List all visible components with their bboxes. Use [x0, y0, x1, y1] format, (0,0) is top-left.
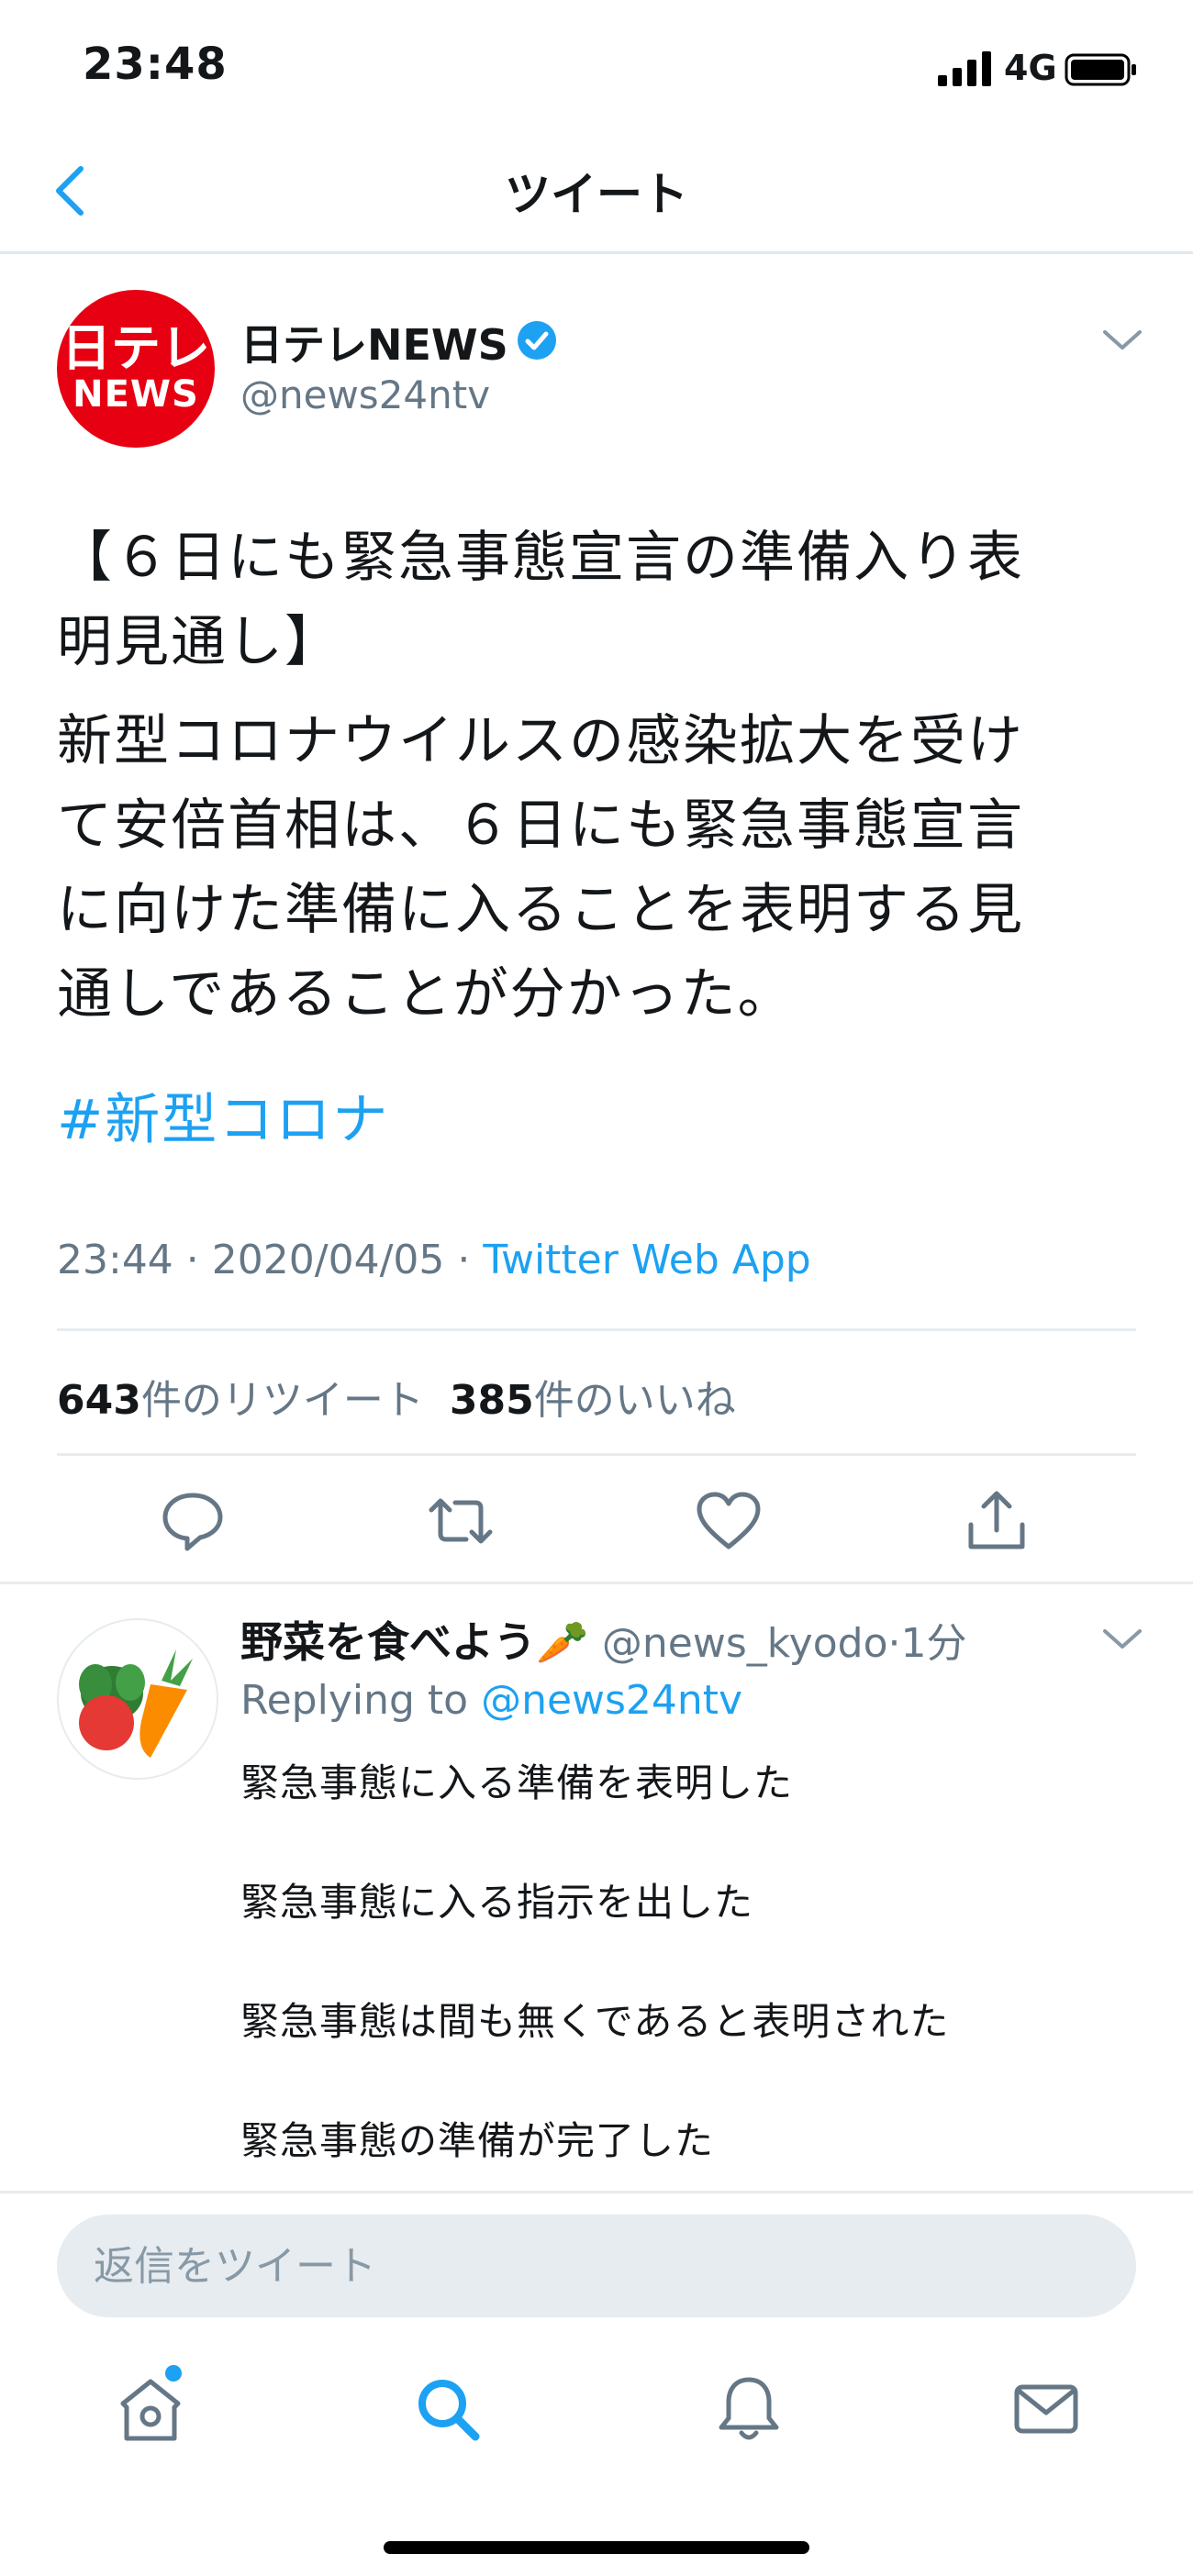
author-avatar[interactable]: 日テレ NEWS [57, 290, 215, 448]
reply-avatar-vegetables[interactable] [57, 1618, 218, 1780]
reply-icon[interactable] [156, 1486, 229, 1556]
search-icon[interactable] [411, 2372, 485, 2446]
like-label: 件のいいね [533, 1377, 736, 1424]
share-icon[interactable] [960, 1486, 1033, 1556]
signal-icon [938, 51, 991, 86]
reply-header: 野菜を食べよう🥕 @news_kyodo·1分 [240, 1609, 966, 1670]
nav-divider [0, 251, 1193, 254]
tweet-text-line: 通しであることが分かった。 [57, 962, 795, 1027]
reply-author-handle[interactable]: @news_kyodo [602, 1620, 888, 1667]
divider [57, 1453, 1136, 1456]
page-title: ツイート [505, 168, 688, 221]
reply-text-line: 緊急事態は間も無くであると表明された [240, 1999, 950, 2044]
home-indicator[interactable] [384, 2541, 809, 2554]
reply-text-line: 緊急事態に入る準備を表明した [240, 1760, 794, 1805]
retweet-icon[interactable] [424, 1486, 497, 1556]
tweet-text-line: 新型コロナウイルスの感染拡大を受け [57, 709, 1024, 773]
like-heart-icon[interactable] [692, 1486, 765, 1556]
divider [0, 1582, 1193, 1584]
like-count-link[interactable]: 385件のいいね [450, 1377, 736, 1424]
tweet-date: 2020/04/05 [211, 1237, 445, 1283]
hashtag-link[interactable]: #新型コロナ [57, 1075, 389, 1155]
logo-text-bottom: NEWS [72, 373, 199, 416]
messages-mail-icon[interactable] [1009, 2372, 1083, 2446]
tweet-text-line: て安倍首相は、６日にも緊急事態宣言 [57, 794, 1024, 858]
like-count: 385 [449, 1377, 534, 1424]
retweet-count-link[interactable]: 643件のリツイート [57, 1377, 424, 1424]
reply-author-name[interactable]: 野菜を食べよう🥕 [240, 1617, 588, 1667]
tweet-stats: 643件のリツイート 385件のいいね [57, 1367, 736, 1426]
meta-separator: · [444, 1237, 484, 1283]
logo-text-top: 日テレ [61, 319, 210, 377]
author-handle[interactable]: @news24ntv [240, 372, 490, 417]
reply-input-container [57, 2215, 1136, 2317]
reply-text-line: 緊急事態に入る指示を出した [240, 1880, 754, 1925]
network-label: 4G [1004, 48, 1057, 88]
tweet-text-line: 明見通し】 [57, 610, 341, 674]
replying-to-handle[interactable]: @news24ntv [481, 1677, 742, 1724]
divider [57, 1328, 1136, 1331]
replying-to: Replying to @news24ntv [240, 1677, 742, 1724]
chevron-down-icon[interactable] [1098, 1622, 1147, 1655]
verified-badge-icon [518, 321, 556, 360]
meta-separator: · [173, 1237, 212, 1283]
chevron-down-icon[interactable] [1098, 323, 1147, 356]
reply-input[interactable] [57, 2215, 1136, 2317]
divider [0, 2191, 1193, 2193]
battery-icon [1065, 53, 1136, 86]
reply-text-line: 緊急事態の準備が完了した [240, 2118, 715, 2163]
tweet-meta: 23:44 · 2020/04/05 · Twitter Web App [57, 1237, 811, 1283]
retweet-label: 件のリツイート [140, 1377, 424, 1424]
replying-to-label: Replying to [240, 1677, 469, 1724]
notification-dot [165, 2365, 182, 2382]
tweet-text-line: に向けた準備に入ることを表明する見 [57, 878, 1024, 942]
home-icon[interactable] [114, 2372, 187, 2446]
tweet-time: 23:44 [57, 1237, 173, 1283]
tweet-text-line: 【６日にも緊急事態宣言の準備入り表 [57, 526, 1024, 590]
reply-time: ·1分 [887, 1620, 967, 1667]
notifications-bell-icon[interactable] [712, 2372, 786, 2446]
tweet-source-link[interactable]: Twitter Web App [483, 1237, 810, 1283]
retweet-count: 643 [57, 1377, 141, 1424]
author-name[interactable]: 日テレNEWS [240, 312, 508, 372]
status-time: 23:48 [83, 39, 228, 90]
